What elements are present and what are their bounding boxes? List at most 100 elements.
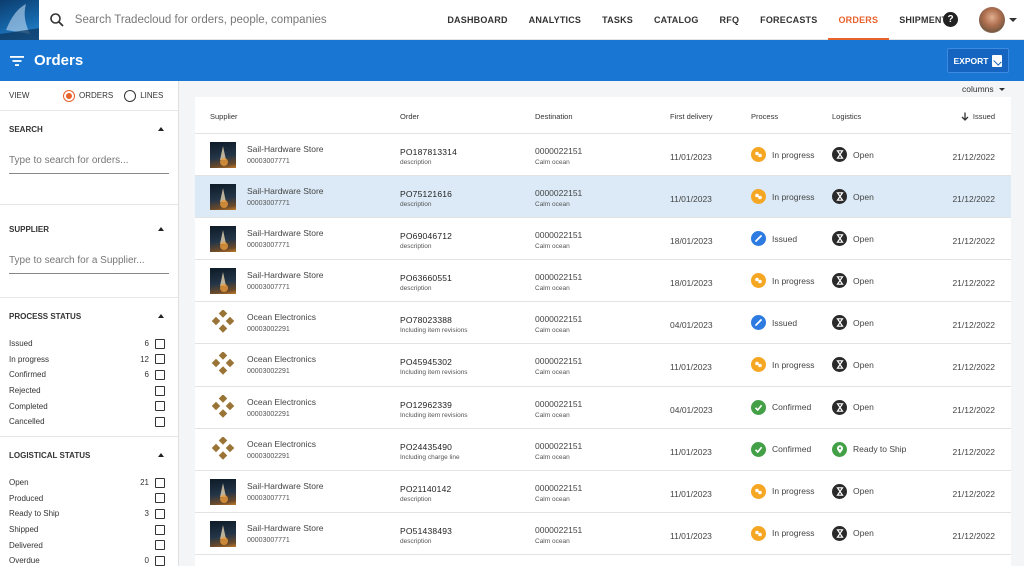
process-status-label: In progress: [772, 359, 815, 370]
hourglass-icon: [832, 273, 847, 289]
nav-catalog[interactable]: CATALOG: [643, 0, 709, 40]
filter-checkbox[interactable]: [155, 555, 165, 566]
caret-down-icon[interactable]: [1009, 18, 1017, 22]
tradecloud-logo[interactable]: [0, 0, 39, 40]
help-icon[interactable]: ?: [943, 12, 958, 27]
view-orders-label[interactable]: ORDERS: [79, 91, 113, 100]
table-row[interactable]: Sail-Hardware Store 00003007771 PO63660551…: [195, 260, 1011, 303]
global-search-input[interactable]: [74, 13, 415, 26]
filter-checkbox[interactable]: [155, 401, 165, 412]
filter-shipped[interactable]: Shipped: [0, 522, 178, 538]
nav-analytics[interactable]: ANALYTICS: [518, 0, 591, 40]
process-status-header[interactable]: PROCESS STATUS: [0, 301, 178, 331]
first-delivery-date: 04/01/2023: [670, 320, 713, 331]
collapse-icon[interactable]: [158, 453, 164, 457]
order-number[interactable]: PO45945302: [400, 357, 452, 367]
nav-forecasts[interactable]: FORECASTS: [750, 0, 828, 40]
hourglass-icon: [832, 315, 847, 331]
filter-produced[interactable]: Produced: [0, 491, 178, 507]
header-order[interactable]: Order: [400, 112, 419, 121]
collapse-icon[interactable]: [158, 227, 164, 231]
nav-dashboard[interactable]: DASHBOARD: [437, 0, 518, 40]
supplier-name: Sail-Hardware Store: [247, 522, 324, 533]
header-supplier[interactable]: Supplier: [210, 112, 238, 121]
header-process[interactable]: Process: [751, 112, 778, 121]
order-number[interactable]: PO63660551: [400, 273, 452, 283]
order-number[interactable]: PO187813314: [400, 147, 457, 157]
order-number[interactable]: PO21140142: [400, 484, 451, 494]
filter-icon[interactable]: [10, 55, 24, 67]
header-first-delivery[interactable]: First delivery: [670, 112, 713, 121]
view-lines-radio[interactable]: [124, 89, 137, 102]
filter-delivered[interactable]: Delivered: [0, 537, 178, 553]
order-number[interactable]: PO12962339: [400, 400, 452, 410]
nav-rfq[interactable]: RFQ: [709, 0, 750, 40]
filter-cancelled[interactable]: Cancelled: [0, 414, 178, 430]
process-status: Confirmed: [751, 399, 811, 415]
process-status: In progress: [751, 357, 815, 373]
table-row[interactable]: Sail-Hardware Store 00003007771 PO75121616…: [195, 176, 1011, 219]
filter-rejected[interactable]: Rejected: [0, 383, 178, 399]
view-orders-radio[interactable]: [63, 89, 75, 102]
logistics-status-label: Ready to Ship: [853, 444, 907, 455]
table-row[interactable]: Ocean Electronics 00003002291 PO24435490 In…: [195, 429, 1011, 471]
filter-sidebar: VIEW ORDERS LINES SEARCH SUPPLIER PROCES…: [0, 81, 179, 566]
order-search-input[interactable]: [9, 148, 169, 174]
search-icon: [49, 12, 64, 27]
table-row[interactable]: Ocean Electronics 00003002291 PO78023388 In…: [195, 302, 1011, 345]
view-lines-label[interactable]: LINES: [140, 91, 163, 100]
supplier-logo: [210, 309, 236, 336]
filter-checkbox[interactable]: [155, 524, 165, 535]
filter-checkbox[interactable]: [155, 493, 165, 504]
table-row[interactable]: Sail-Hardware Store 00003007771 PO69046712…: [195, 218, 1011, 261]
filter-in-progress[interactable]: In progress 12: [0, 352, 178, 368]
order-number[interactable]: PO69046712: [400, 231, 452, 241]
issued-date: 21/12/2022: [952, 488, 995, 499]
supplier-section-header[interactable]: SUPPLIER: [0, 214, 178, 244]
columns-selector[interactable]: columns: [962, 84, 1005, 94]
table-row[interactable]: Sail-Hardware Store 00003007771 PO21140142…: [195, 471, 1011, 513]
header-issued[interactable]: Issued: [961, 112, 995, 121]
filter-confirmed[interactable]: Confirmed 6: [0, 367, 178, 383]
header-destination[interactable]: Destination: [535, 112, 573, 121]
search-section-header[interactable]: SEARCH: [0, 114, 178, 144]
table-row[interactable]: Ocean Electronics 00003002291 PO45945302 In…: [195, 344, 1011, 387]
filter-open[interactable]: Open 21: [0, 475, 178, 491]
order-number[interactable]: PO75121616: [400, 189, 452, 199]
hourglass-icon: [832, 357, 847, 373]
collapse-icon[interactable]: [158, 127, 164, 131]
destination-code: 0000022151: [535, 482, 583, 493]
filter-checkbox[interactable]: [155, 416, 165, 427]
filter-issued[interactable]: Issued 6: [0, 336, 178, 352]
supplier-logo: [210, 351, 236, 378]
filter-checkbox[interactable]: [155, 385, 165, 396]
nav-tasks[interactable]: TASKS: [592, 0, 644, 40]
filter-ready-to-ship[interactable]: Ready to Ship 3: [0, 506, 178, 522]
filter-checkbox[interactable]: [155, 354, 165, 365]
filter-overdue[interactable]: Overdue 0: [0, 553, 178, 566]
supplier-search-input[interactable]: [9, 248, 169, 274]
collapse-icon[interactable]: [158, 314, 164, 318]
destination-name: Calm ocean: [535, 159, 570, 166]
table-row[interactable]: Sail-Hardware Store 00003007771 PO51438493…: [195, 513, 1011, 555]
user-avatar[interactable]: [979, 7, 1005, 33]
filter-checkbox[interactable]: [155, 369, 165, 380]
table-row[interactable]: Ocean Electronics 00003002291 PO12962339 In…: [195, 387, 1011, 429]
process-status: Confirmed: [751, 441, 811, 457]
filter-completed[interactable]: Completed: [0, 398, 178, 414]
supplier-code: 00003002291: [247, 452, 290, 460]
export-button[interactable]: EXPORT: [947, 48, 1009, 73]
destination-code: 0000022151: [535, 398, 583, 409]
order-number[interactable]: PO24435490: [400, 442, 452, 452]
process-status-label: Issued: [772, 317, 798, 328]
nav-orders[interactable]: ORDERS: [827, 0, 889, 40]
table-row[interactable]: Sail-Hardware Store 00003007771 PO18781331…: [195, 134, 1011, 177]
filter-checkbox[interactable]: [155, 338, 165, 349]
header-logistics[interactable]: Logistics: [832, 112, 861, 121]
filter-checkbox[interactable]: [155, 540, 165, 551]
order-number[interactable]: PO51438493: [400, 526, 452, 536]
filter-checkbox[interactable]: [155, 508, 165, 519]
logistical-status-header[interactable]: LOGISTICAL STATUS: [0, 440, 178, 470]
order-number[interactable]: PO78023388: [400, 315, 452, 325]
filter-checkbox[interactable]: [155, 477, 165, 488]
